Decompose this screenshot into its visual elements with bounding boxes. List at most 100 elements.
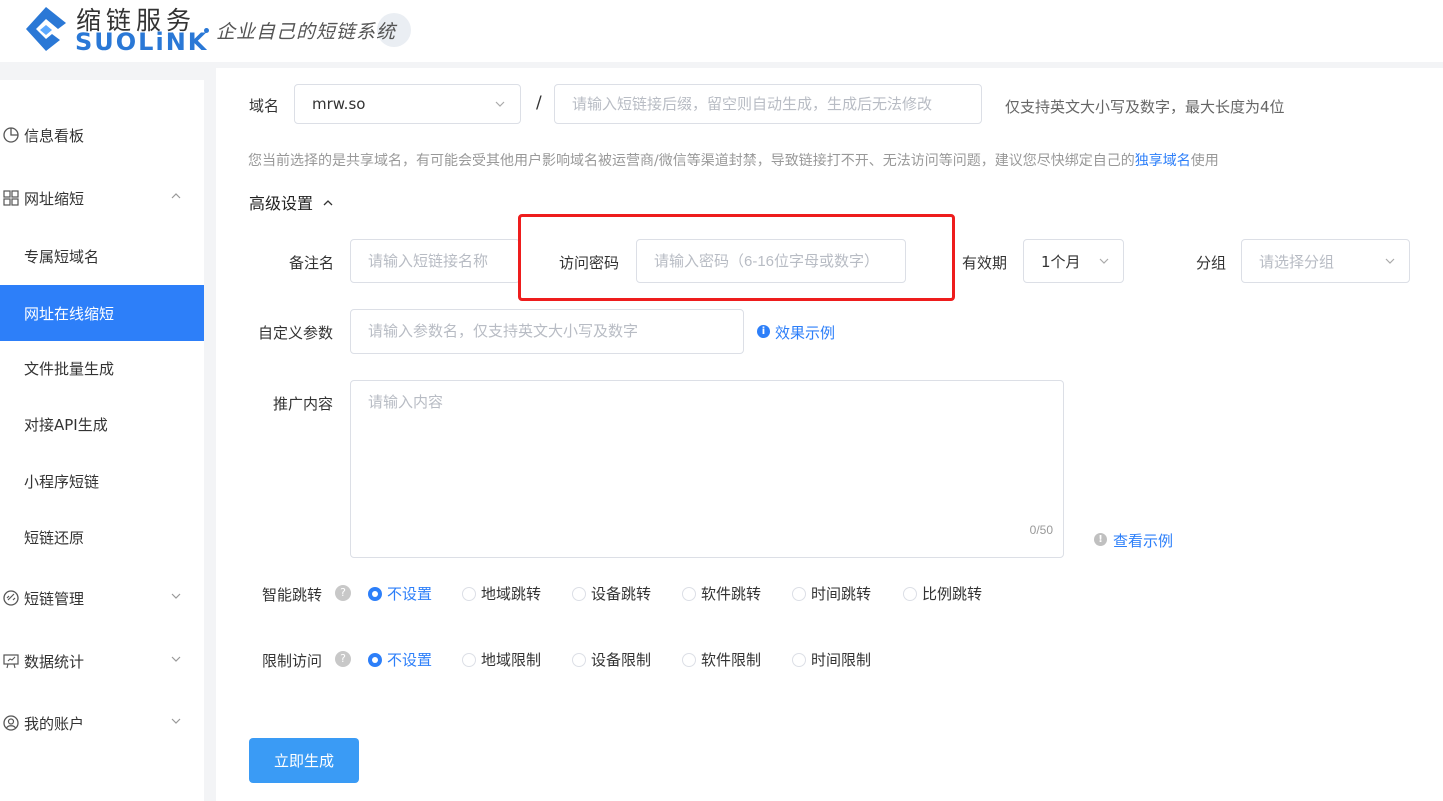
group-select-placeholder: 请选择分组 [1259,252,1335,271]
validity-select[interactable]: 1个月 [1023,239,1124,283]
notice-tail: 使用 [1190,153,1219,169]
param-input[interactable] [350,309,744,354]
user-circle-icon [3,715,19,731]
domain-select[interactable]: mrw.so [294,84,521,124]
top-header: 缩链服务 SUOLiNK 企业自己的短链系统 [0,0,1443,62]
smart-jump-option[interactable]: 地域跳转 [462,583,541,604]
sidebar: 信息看板 网址缩短 专属短域名 网址在线缩短 文件批量生成 对接API生成 小程… [0,80,204,801]
domain-select-value: mrw.so [312,95,366,113]
radio-label: 地域限制 [481,651,542,669]
suffix-input-field[interactable] [555,85,981,123]
radio-label: 时间跳转 [811,585,872,603]
radio-circle[interactable] [572,586,586,601]
sidebar-item-label: 数据统计 [24,652,85,671]
sidebar-item-label: 文件批量生成 [24,359,115,378]
sidebar-item-dashboard[interactable]: 信息看板 [0,107,204,163]
param-example-link[interactable]: 效果示例 [775,322,835,343]
help-icon: ? [335,585,351,601]
path-separator: / [536,93,542,113]
chevron-down-icon [171,718,181,724]
limit-option[interactable]: 设备限制 [572,649,651,670]
radio-label: 软件跳转 [701,585,762,603]
sidebar-item-link-manage[interactable]: 短链管理 [0,570,204,626]
generate-button[interactable]: 立即生成 [249,738,359,783]
sidebar-item-miniprogram[interactable]: 小程序短链 [0,453,204,509]
shared-domain-notice: 您当前选择的是共享域名，有可能会受其他用户影响域名被运营商/微信等渠道封禁，导致… [248,150,1219,170]
radio-label: 时间限制 [811,651,872,669]
grid-icon [3,190,19,206]
promo-example-link[interactable]: 查看示例 [1113,530,1173,551]
group-select[interactable]: 请选择分组 [1241,239,1410,283]
radio-circle[interactable] [682,586,696,601]
radio-label: 不设置 [387,585,433,603]
smart-jump-option[interactable]: 软件跳转 [682,583,761,604]
promo-label: 推广内容 [273,395,334,413]
remark-input-field[interactable] [351,240,519,282]
sidebar-item-label: 网址在线缩短 [24,304,115,323]
exclusive-domain-link[interactable]: 独享域名 [1135,153,1191,169]
limit-option[interactable]: 软件限制 [682,649,761,670]
highlight-frame [518,214,955,301]
limit-option[interactable]: 不设置 [368,649,432,670]
sidebar-item-label: 短链还原 [24,528,85,547]
param-input-field[interactable] [351,310,743,353]
presentation-icon [3,654,19,669]
radio-label: 设备限制 [591,651,652,669]
chevron-down-icon [495,101,505,107]
radio-label: 软件限制 [701,651,762,669]
brand-name-en: SUOLiNK [75,28,209,56]
pie-chart-icon [3,127,19,143]
sidebar-item-label: 网址缩短 [24,189,85,208]
limit-option[interactable]: 地域限制 [462,649,541,670]
radio-circle[interactable] [572,652,586,667]
sidebar-item-account[interactable]: 我的账户 [0,695,204,751]
remark-input[interactable] [350,239,520,283]
radio-circle[interactable] [462,652,476,667]
validity-select-value: 1个月 [1041,252,1081,271]
suffix-input[interactable] [554,84,982,124]
sidebar-item-api[interactable]: 对接API生成 [0,396,204,452]
link-icon [3,590,19,606]
sidebar-item-batch-file[interactable]: 文件批量生成 [0,340,204,396]
chevron-up-icon [171,193,181,199]
smart-jump-option[interactable]: 设备跳转 [572,583,651,604]
sidebar-item-label: 专属短域名 [24,247,100,266]
sidebar-item-statistics[interactable]: 数据统计 [0,633,204,689]
sidebar-item-restore[interactable]: 短链还原 [0,509,204,565]
radio-label: 设备跳转 [591,585,652,603]
radio-circle[interactable] [682,652,696,667]
chevron-up-icon [323,200,333,206]
radio-circle[interactable] [368,586,382,601]
limit-label: 限制访问 [262,652,323,670]
promo-textarea-field[interactable] [351,381,1063,557]
suffix-hint: 仅支持英文大小写及数字，最大长度为4位 [1005,98,1285,116]
advanced-settings-label: 高级设置 [249,194,314,213]
radio-circle[interactable] [462,586,476,601]
sidebar-item-url-shorten[interactable]: 网址缩短 [0,170,204,226]
suolink-logo-icon [26,7,66,51]
sidebar-item-online-shorten[interactable]: 网址在线缩短 [0,285,204,341]
promo-textarea[interactable]: 0/50 [350,380,1064,558]
sidebar-item-custom-domain[interactable]: 专属短域名 [0,228,204,284]
advanced-settings-toggle[interactable]: 高级设置 [249,190,334,214]
sidebar-item-label: 我的账户 [24,714,85,733]
smart-jump-option[interactable]: 时间跳转 [792,583,871,604]
info-icon: i [757,325,770,338]
smart-jump-option[interactable]: 比例跳转 [903,583,982,604]
chevron-down-icon [171,593,181,599]
validity-label: 有效期 [962,254,1008,272]
radio-circle[interactable] [368,652,382,667]
limit-option[interactable]: 时间限制 [792,649,871,670]
chevron-down-icon [1385,258,1395,264]
info-icon: ! [1094,533,1107,546]
param-label: 自定义参数 [258,324,334,342]
sidebar-item-label: 小程序短链 [24,472,100,491]
radio-circle[interactable] [903,586,917,601]
group-label: 分组 [1196,254,1227,272]
promo-char-counter: 0/50 [1029,523,1053,537]
radio-circle[interactable] [792,652,806,667]
remark-label: 备注名 [289,254,335,272]
smart-jump-option[interactable]: 不设置 [368,583,432,604]
sidebar-item-label: 短链管理 [24,589,85,608]
radio-circle[interactable] [792,586,806,601]
